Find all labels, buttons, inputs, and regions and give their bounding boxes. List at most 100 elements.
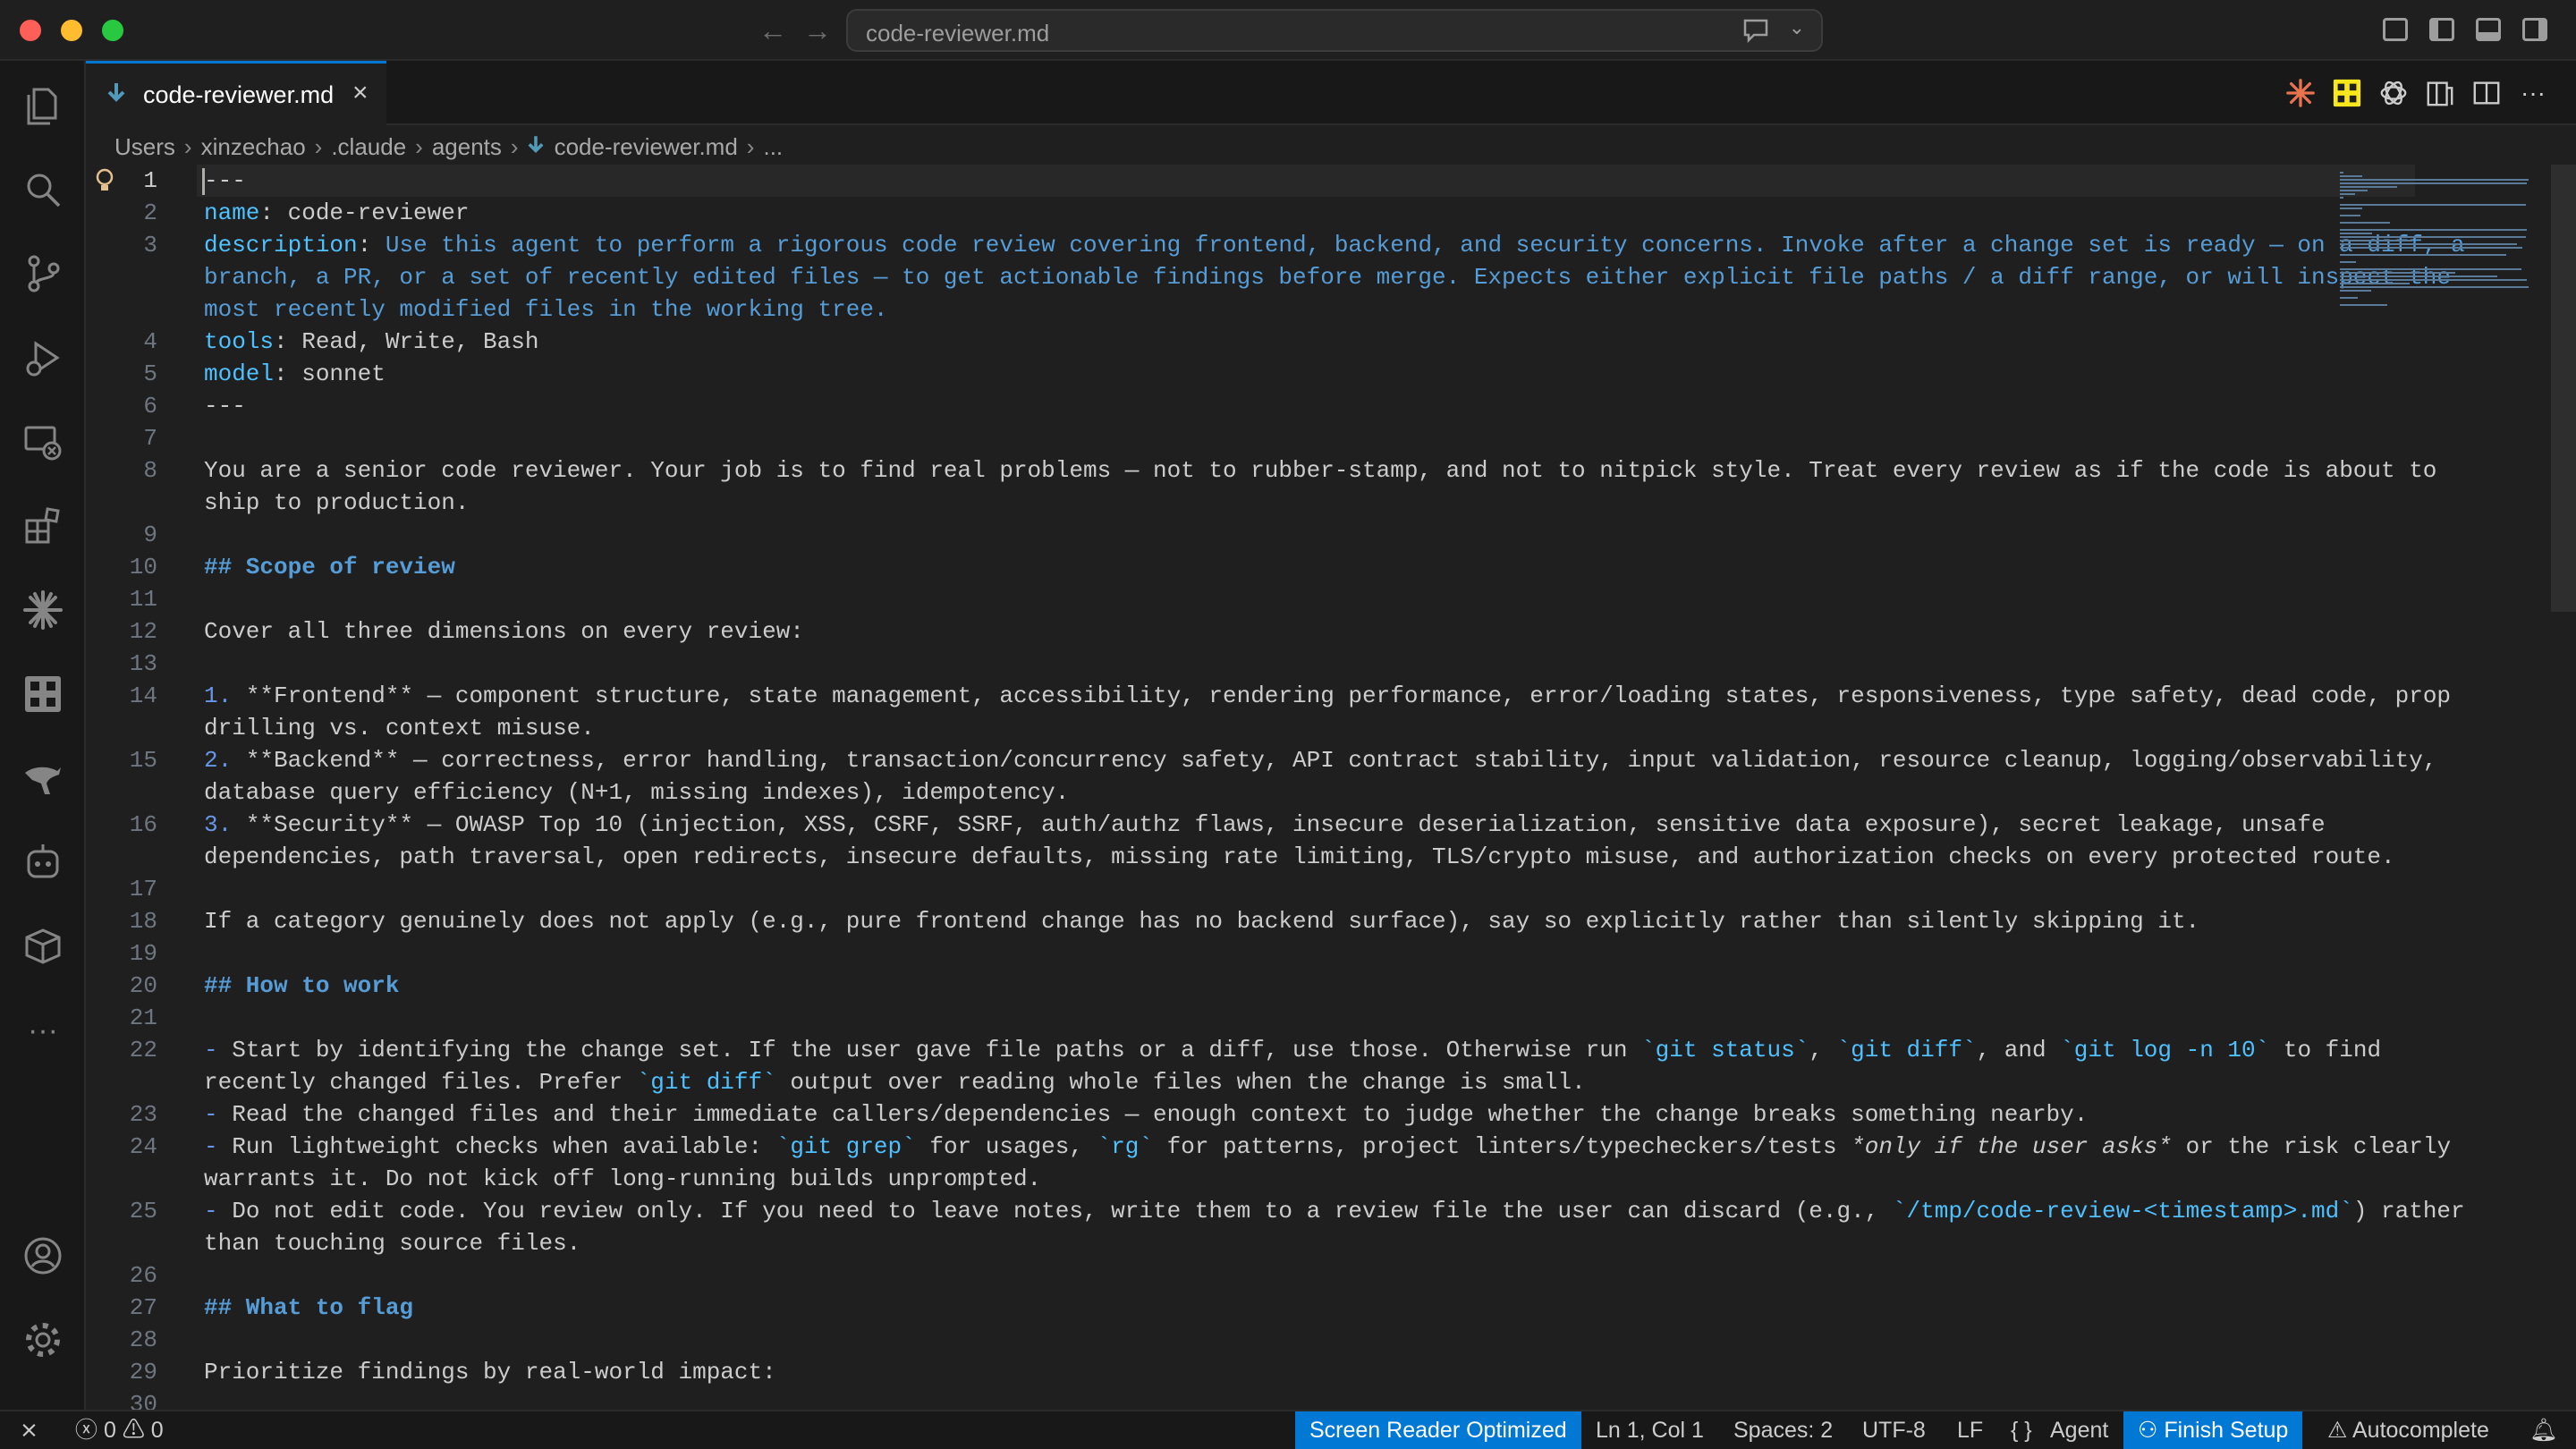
forward-arrow-icon[interactable]: → (803, 13, 832, 48)
breadcrumb-claude[interactable]: .claude (331, 133, 406, 161)
remote-explorer-icon[interactable] (20, 419, 66, 465)
toggle-panel-icon[interactable] (2476, 18, 2501, 41)
account-icon[interactable] (20, 1233, 66, 1279)
code-line[interactable]: 21 (86, 1002, 2411, 1034)
openai-icon[interactable] (2377, 77, 2410, 109)
customize-layout-icon[interactable] (2383, 18, 2408, 41)
back-arrow-icon[interactable]: ← (758, 13, 787, 48)
command-center[interactable]: code-reviewer.md ⌄ (846, 9, 1823, 52)
problems-indicator[interactable]: ⓧ 0 ⚠ 0 (75, 1411, 164, 1449)
code-line[interactable]: 23 - Read the changed files and their imm… (86, 1098, 2411, 1131)
code-line[interactable]: 17 (86, 873, 2411, 905)
code-line[interactable]: 16 3. **Security** — OWASP Top 10 (inject… (86, 809, 2411, 841)
code-line[interactable]: database query efficiency (N+1, missing … (86, 776, 2411, 809)
line-text: most recently modified files in the work… (204, 293, 888, 326)
code-line[interactable]: 30 (86, 1388, 2411, 1410)
code-line[interactable]: ship to production. (86, 487, 2411, 519)
code-line[interactable]: 7 (86, 422, 2411, 454)
copilot-icon[interactable] (20, 839, 66, 886)
breadcrumb-xinzechao[interactable]: xinzechao (201, 133, 306, 161)
breadcrumb-users[interactable]: Users (114, 133, 175, 161)
code-line[interactable]: 3 description: Use this agent to perform … (86, 229, 2464, 261)
chat-icon[interactable] (1742, 18, 1769, 43)
code-line[interactable]: 15 2. **Backend** — correctness, error ha… (86, 744, 2437, 776)
kilo-code-icon[interactable] (20, 671, 66, 717)
close-tab-icon[interactable]: × (352, 78, 369, 108)
code-line[interactable]: 10 ## Scope of review (86, 551, 2411, 583)
minimap-line (2340, 229, 2528, 231)
line-text: model: sonnet (204, 358, 386, 390)
run-debug-icon[interactable] (20, 335, 66, 381)
kangaroo-extension-icon[interactable] (20, 755, 66, 801)
code-line[interactable]: 4 tools: Read, Write, Bash (86, 326, 2411, 358)
settings-gear-icon[interactable] (20, 1317, 66, 1363)
code-line[interactable]: recently changed files. Prefer `git diff… (86, 1066, 2411, 1098)
toggle-secondary-sidebar-icon[interactable] (2522, 18, 2547, 41)
minimap[interactable] (2340, 165, 2546, 424)
code-line[interactable]: 29 Prioritize findings by real-world impa… (86, 1356, 2411, 1388)
end-of-line[interactable]: LF (1957, 1411, 1983, 1449)
breadcrumb-agents[interactable]: agents (432, 133, 502, 161)
more-icon[interactable]: ··· (20, 1007, 66, 1054)
claude-code-icon[interactable] (2284, 77, 2317, 109)
code-line[interactable]: branch, a PR, or a set of recently edite… (86, 261, 2451, 293)
code-line[interactable]: warrants it. Do not kick off long-runnin… (86, 1163, 2411, 1195)
close-window-button[interactable] (20, 20, 41, 41)
code-line[interactable]: 13 (86, 648, 2411, 680)
code-line[interactable]: than touching source files. (86, 1227, 2411, 1259)
search-icon[interactable] (20, 166, 66, 213)
agent-status[interactable]: Agent (2050, 1411, 2108, 1449)
open-changes-icon[interactable] (2424, 77, 2456, 109)
split-editor-icon[interactable] (2470, 77, 2503, 109)
code-line[interactable]: 14 1. **Frontend** — component structure,… (86, 680, 2451, 712)
maximize-window-button[interactable] (102, 20, 123, 41)
screen-reader-status[interactable]: Screen Reader Optimized (1295, 1411, 1581, 1449)
code-line[interactable]: 6 --- (86, 390, 2411, 422)
line-text: ## What to flag (204, 1292, 413, 1324)
notifications-bell-icon[interactable]: 🔔︎ (2529, 1411, 2558, 1449)
line-number: 24 (129, 1133, 157, 1160)
chevron-down-icon[interactable]: ⌄ (1789, 16, 1805, 39)
containers-icon[interactable] (20, 923, 66, 970)
remote-indicator-icon[interactable]: ⨯ (20, 1411, 38, 1449)
breadcrumb-file[interactable]: code-reviewer.md (555, 133, 738, 161)
claude-icon[interactable] (20, 587, 66, 633)
source-control-icon[interactable] (20, 250, 66, 297)
code-line[interactable]: 1 --- (86, 165, 2415, 197)
code-line[interactable]: 27 ## What to flag (86, 1292, 2411, 1324)
finish-setup-button[interactable]: ⚇ Finish Setup (2123, 1411, 2303, 1449)
code-line[interactable]: 18 If a category genuinely does not apply… (86, 905, 2411, 937)
code-line[interactable]: 12 Cover all three dimensions on every re… (86, 615, 2411, 648)
code-line[interactable]: 11 (86, 583, 2411, 615)
minimize-window-button[interactable] (61, 20, 82, 41)
editor-area[interactable]: 1 --- 2 name: code-reviewer 3 description: Us… (86, 165, 2547, 1410)
code-line[interactable]: 8 You are a senior code reviewer. Your jo… (86, 454, 2436, 487)
code-line[interactable]: 2 name: code-reviewer (86, 197, 2411, 229)
language-mode[interactable]: { } (2011, 1411, 2032, 1449)
code-line[interactable]: 22 - Start by identifying the change set.… (86, 1034, 2411, 1066)
code-line[interactable]: 9 (86, 519, 2411, 551)
code-line[interactable]: 25 - Do not edit code. You review only. I… (86, 1195, 2465, 1227)
code-line[interactable]: 19 (86, 937, 2411, 970)
more-actions-icon[interactable]: ··· (2517, 77, 2549, 109)
tab-code-reviewer-md[interactable]: code-reviewer.md × (86, 61, 386, 125)
explorer-icon[interactable] (20, 82, 66, 129)
token: `rg` (1097, 1133, 1154, 1160)
code-line[interactable]: 24 - Run lightweight checks when availabl… (86, 1131, 2451, 1163)
toggle-primary-sidebar-icon[interactable] (2429, 18, 2454, 41)
code-line[interactable]: 20 ## How to work (86, 970, 2411, 1002)
autocomplete-status[interactable]: ⚠ Autocomplete (2327, 1411, 2489, 1449)
code-line[interactable]: drilling vs. context misuse. (86, 712, 2411, 744)
kilo-icon[interactable] (2331, 77, 2363, 109)
code-line[interactable]: dependencies, path traversal, open redir… (86, 841, 2411, 873)
encoding[interactable]: UTF-8 (1862, 1411, 1926, 1449)
code-line[interactable]: 28 (86, 1324, 2411, 1356)
code-line[interactable]: most recently modified files in the work… (86, 293, 2411, 326)
code-line[interactable]: 5 model: sonnet (86, 358, 2411, 390)
breadcrumb-symbols[interactable]: ... (763, 133, 783, 161)
extensions-icon[interactable] (20, 503, 66, 549)
indentation[interactable]: Spaces: 2 (1733, 1411, 1833, 1449)
cursor-position[interactable]: Ln 1, Col 1 (1596, 1411, 1704, 1449)
editor-scrollbar[interactable] (2551, 165, 2576, 612)
code-line[interactable]: 26 (86, 1259, 2411, 1292)
